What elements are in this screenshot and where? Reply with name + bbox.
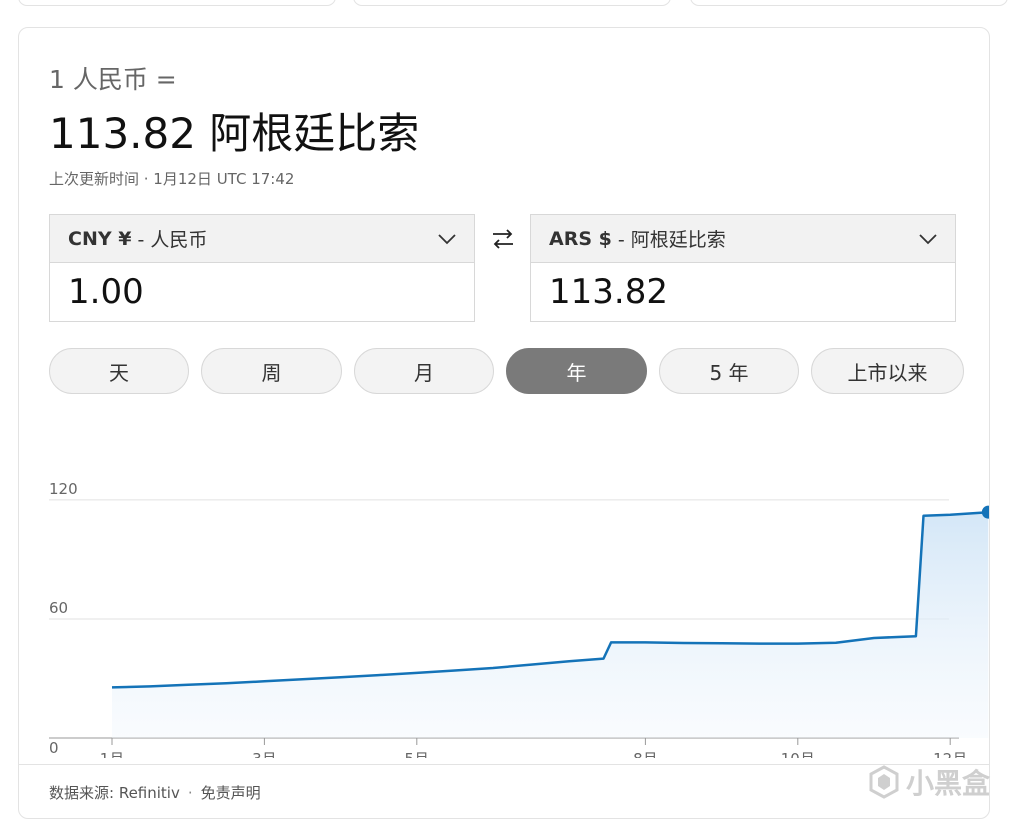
last-updated: 上次更新时间 · 1月12日 UTC 17:42 [49,170,295,188]
range-max[interactable]: 上市以来 [811,348,964,394]
chevron-down-icon [919,228,937,250]
x-tick-label: 10月 [781,750,815,758]
watermark-logo-icon [869,765,899,799]
to-currency-box: ARS $ - 阿根廷比索 113.82 [530,214,956,322]
series-area [112,512,989,738]
chevron-down-icon [438,228,456,250]
to-currency-select[interactable]: ARS $ - 阿根廷比索 [531,215,955,263]
x-tick-label: 5月 [405,750,430,758]
footer-separator: · [187,784,193,802]
x-tick-label: 3月 [252,750,277,758]
y-tick-label: 0 [49,739,59,757]
conversion-prefix: 1 人民币 = [49,65,177,94]
from-currency-name: - 人民币 [131,229,208,251]
footer-divider [19,764,989,765]
data-source: 数据来源: Refinitiv [49,784,180,802]
range-5-year[interactable]: 5 年 [659,348,799,394]
y-tick-label: 60 [49,599,68,617]
from-currency-select[interactable]: CNY ¥ - 人民币 [50,215,474,263]
range-year[interactable]: 年 [506,348,647,394]
range-month[interactable]: 月 [354,348,494,394]
x-tick-label: 1月 [100,750,125,758]
top-card-1 [18,0,336,6]
x-tick-label: 12月 [933,750,967,758]
to-amount-input[interactable]: 113.82 [531,263,955,321]
range-day[interactable]: 天 [49,348,189,394]
conversion-result: 113.82 阿根廷比索 [49,109,420,158]
from-currency-code: CNY ¥ [68,227,132,250]
watermark: 小黑盒 [866,762,990,802]
y-tick-label: 120 [49,480,78,498]
to-currency-name: - 阿根廷比索 [611,229,726,251]
top-card-3 [690,0,1008,6]
top-card-2 [353,0,671,6]
swap-currencies-icon[interactable] [489,225,517,253]
footer: 数据来源: Refinitiv · 免责声明 [49,782,261,803]
watermark-text: 小黑盒 [906,767,991,800]
disclaimer-link[interactable]: 免责声明 [201,784,261,802]
exchange-rate-chart[interactable]: 0 60 120 1月 3月 5月 8月 10月 12月 [19,428,989,758]
range-week[interactable]: 周 [201,348,342,394]
from-currency-box: CNY ¥ - 人民币 1.00 [49,214,475,322]
from-amount-input[interactable]: 1.00 [50,263,474,321]
to-currency-code: ARS $ [549,227,612,250]
currency-converter-card: 1 人民币 = 113.82 阿根廷比索 上次更新时间 · 1月12日 UTC … [18,27,990,819]
x-tick-label: 8月 [633,750,658,758]
